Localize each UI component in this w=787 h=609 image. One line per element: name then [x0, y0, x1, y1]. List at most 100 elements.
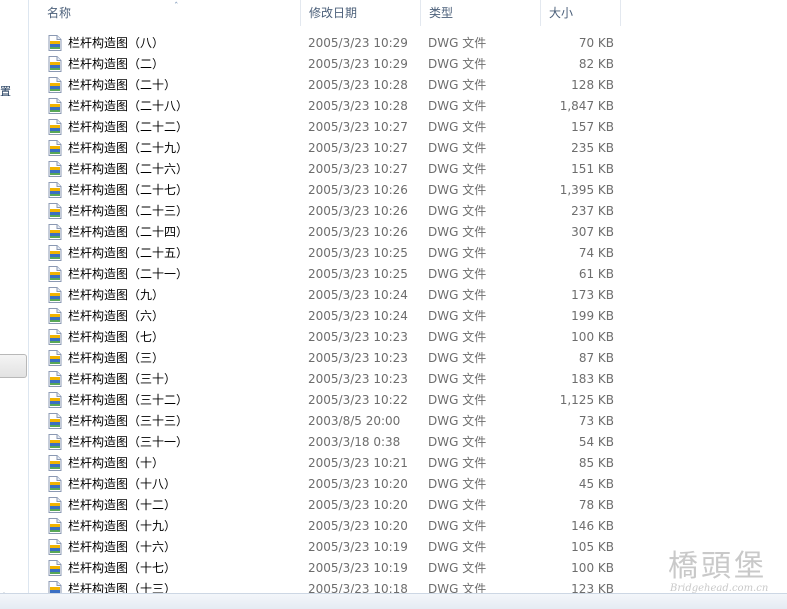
- column-header-size[interactable]: 大小: [541, 0, 621, 26]
- file-size: 146 KB: [571, 519, 614, 533]
- file-name-cell[interactable]: 栏杆构造图（二十四）: [48, 222, 188, 243]
- file-type: DWG 文件: [428, 309, 487, 323]
- file-name-cell[interactable]: 栏杆构造图（二十九）: [48, 138, 188, 159]
- file-row[interactable]: 栏杆构造图（二十四） 2005/3/23 10:26 DWG 文件 307 KB: [30, 222, 787, 243]
- file-row[interactable]: 栏杆构造图（二十五） 2005/3/23 10:25 DWG 文件 74 KB: [30, 243, 787, 264]
- file-type: DWG 文件: [428, 519, 487, 533]
- file-row[interactable]: 栏杆构造图（三十） 2005/3/23 10:23 DWG 文件 183 KB: [30, 369, 787, 390]
- column-header-size-label: 大小: [549, 6, 574, 20]
- file-row[interactable]: 栏杆构造图（二十八） 2005/3/23 10:28 DWG 文件 1,847 KB: [30, 96, 787, 117]
- file-name-cell[interactable]: 栏杆构造图（六）: [48, 306, 164, 327]
- file-name-cell[interactable]: 栏杆构造图（九）: [48, 285, 164, 306]
- file-row[interactable]: 栏杆构造图（十二） 2005/3/23 10:20 DWG 文件 78 KB: [30, 495, 787, 516]
- column-header-type[interactable]: 类型: [421, 0, 541, 26]
- file-date: 2005/3/23 10:22: [308, 393, 408, 407]
- file-name-cell[interactable]: 栏杆构造图（二十七）: [48, 180, 188, 201]
- file-size: 307 KB: [571, 225, 614, 239]
- file-row[interactable]: 栏杆构造图（八） 2005/3/23 10:29 DWG 文件 70 KB: [30, 33, 787, 54]
- file-name: 栏杆构造图（三十三）: [68, 414, 189, 428]
- file-name-cell[interactable]: 栏杆构造图（十七）: [48, 558, 176, 579]
- file-name-cell[interactable]: 栏杆构造图（二十）: [48, 75, 176, 96]
- file-row[interactable]: 栏杆构造图（七） 2005/3/23 10:23 DWG 文件 100 KB: [30, 327, 787, 348]
- dwg-file-icon: [48, 266, 62, 282]
- file-date: 2005/3/23 10:20: [308, 498, 408, 512]
- file-name: 栏杆构造图（二十）: [68, 78, 177, 92]
- watermark-title: 橋頭堡: [668, 549, 767, 584]
- file-name: 栏杆构造图（十八）: [68, 477, 177, 491]
- file-size: 54 KB: [578, 435, 614, 449]
- file-row[interactable]: 栏杆构造图（三十三） 2003/8/5 20:00 DWG 文件 73 KB: [30, 411, 787, 432]
- dwg-file-icon: [48, 308, 62, 324]
- file-name-cell[interactable]: 栏杆构造图（三十三）: [48, 411, 188, 432]
- file-name-cell[interactable]: 栏杆构造图（八）: [48, 33, 164, 54]
- file-row[interactable]: 栏杆构造图（九） 2005/3/23 10:24 DWG 文件 173 KB: [30, 285, 787, 306]
- file-name-cell[interactable]: 栏杆构造图（三）: [48, 348, 164, 369]
- file-name-cell[interactable]: 栏杆构造图（二十六）: [48, 159, 188, 180]
- file-name-cell[interactable]: 栏杆构造图（七）: [48, 327, 164, 348]
- file-row[interactable]: 栏杆构造图（十八） 2005/3/23 10:20 DWG 文件 45 KB: [30, 474, 787, 495]
- dwg-file-icon: [48, 161, 62, 177]
- file-row[interactable]: 栏杆构造图（二十六） 2005/3/23 10:27 DWG 文件 151 KB: [30, 159, 787, 180]
- file-row[interactable]: 栏杆构造图（二） 2005/3/23 10:29 DWG 文件 82 KB: [30, 54, 787, 75]
- file-name: 栏杆构造图（二）: [68, 57, 165, 71]
- file-name-cell[interactable]: 栏杆构造图（二）: [48, 54, 164, 75]
- dwg-file-icon: [48, 182, 62, 198]
- file-type: DWG 文件: [428, 183, 487, 197]
- file-row[interactable]: 栏杆构造图（二十三） 2005/3/23 10:26 DWG 文件 237 KB: [30, 201, 787, 222]
- file-type: DWG 文件: [428, 267, 487, 281]
- navigation-pane: 置 象: [0, 0, 29, 608]
- file-size: 1,847 KB: [559, 99, 614, 113]
- file-name-cell[interactable]: 栏杆构造图（二十一）: [48, 264, 188, 285]
- file-row[interactable]: 栏杆构造图（三十二） 2005/3/23 10:22 DWG 文件 1,125 KB: [30, 390, 787, 411]
- file-name-cell[interactable]: 栏杆构造图（十九）: [48, 516, 176, 537]
- file-name: 栏杆构造图（二十二）: [68, 120, 189, 134]
- file-type: DWG 文件: [428, 561, 487, 575]
- file-date: 2005/3/23 10:24: [308, 288, 408, 302]
- file-type: DWG 文件: [428, 141, 487, 155]
- file-name-cell[interactable]: 栏杆构造图（二十八）: [48, 96, 188, 117]
- file-name-cell[interactable]: 栏杆构造图（三十一）: [48, 432, 188, 453]
- watermark-url: Bridgehead.com.cn: [670, 583, 769, 594]
- file-row[interactable]: 栏杆构造图（十） 2005/3/23 10:21 DWG 文件 85 KB: [30, 453, 787, 474]
- file-size: 1,125 KB: [559, 393, 614, 407]
- nav-item-fragment[interactable]: 置: [0, 83, 11, 99]
- file-row[interactable]: 栏杆构造图（六） 2005/3/23 10:24 DWG 文件 199 KB: [30, 306, 787, 327]
- file-row[interactable]: 栏杆构造图（十九） 2005/3/23 10:20 DWG 文件 146 KB: [30, 516, 787, 537]
- file-date: 2005/3/23 10:28: [308, 78, 408, 92]
- file-size: 100 KB: [571, 330, 614, 344]
- file-size: 61 KB: [578, 267, 614, 281]
- file-type: DWG 文件: [428, 351, 487, 365]
- file-name: 栏杆构造图（十）: [68, 456, 165, 470]
- file-list: 栏杆构造图（八） 2005/3/23 10:29 DWG 文件 70 KB 栏杆构造图（…: [30, 33, 787, 600]
- file-size: 183 KB: [571, 372, 614, 386]
- file-date: 2005/3/23 10:19: [308, 561, 408, 575]
- file-date: 2005/3/23 10:23: [308, 351, 408, 365]
- file-name-cell[interactable]: 栏杆构造图（十六）: [48, 537, 176, 558]
- file-name: 栏杆构造图（二十五）: [68, 246, 189, 260]
- file-row[interactable]: 栏杆构造图（二十） 2005/3/23 10:28 DWG 文件 128 KB: [30, 75, 787, 96]
- file-type: DWG 文件: [428, 246, 487, 260]
- file-name-cell[interactable]: 栏杆构造图（十八）: [48, 474, 176, 495]
- nav-pane-scroll-button[interactable]: [0, 354, 27, 378]
- file-size: 199 KB: [571, 309, 614, 323]
- file-row[interactable]: 栏杆构造图（三十一） 2003/3/18 0:38 DWG 文件 54 KB: [30, 432, 787, 453]
- file-date: 2005/3/23 10:29: [308, 36, 408, 50]
- file-row[interactable]: 栏杆构造图（二十一） 2005/3/23 10:25 DWG 文件 61 KB: [30, 264, 787, 285]
- column-header-name[interactable]: 名称 ˆ: [39, 0, 301, 26]
- file-name-cell[interactable]: 栏杆构造图（三十）: [48, 369, 176, 390]
- file-row[interactable]: 栏杆构造图（二十九） 2005/3/23 10:27 DWG 文件 235 KB: [30, 138, 787, 159]
- file-name-cell[interactable]: 栏杆构造图（十二）: [48, 495, 176, 516]
- file-row[interactable]: 栏杆构造图（三） 2005/3/23 10:23 DWG 文件 87 KB: [30, 348, 787, 369]
- file-name-cell[interactable]: 栏杆构造图（二十五）: [48, 243, 188, 264]
- file-name-cell[interactable]: 栏杆构造图（二十二）: [48, 117, 188, 138]
- file-name-cell[interactable]: 栏杆构造图（十）: [48, 453, 164, 474]
- file-name: 栏杆构造图（二十三）: [68, 204, 189, 218]
- file-row[interactable]: 栏杆构造图（二十二） 2005/3/23 10:27 DWG 文件 157 KB: [30, 117, 787, 138]
- dwg-file-icon: [48, 350, 62, 366]
- dwg-file-icon: [48, 539, 62, 555]
- file-row[interactable]: 栏杆构造图（二十七） 2005/3/23 10:26 DWG 文件 1,395 KB: [30, 180, 787, 201]
- file-name-cell[interactable]: 栏杆构造图（二十三）: [48, 201, 188, 222]
- file-name-cell[interactable]: 栏杆构造图（三十二）: [48, 390, 188, 411]
- column-header-date[interactable]: 修改日期: [301, 0, 421, 26]
- file-date: 2005/3/23 10:29: [308, 57, 408, 71]
